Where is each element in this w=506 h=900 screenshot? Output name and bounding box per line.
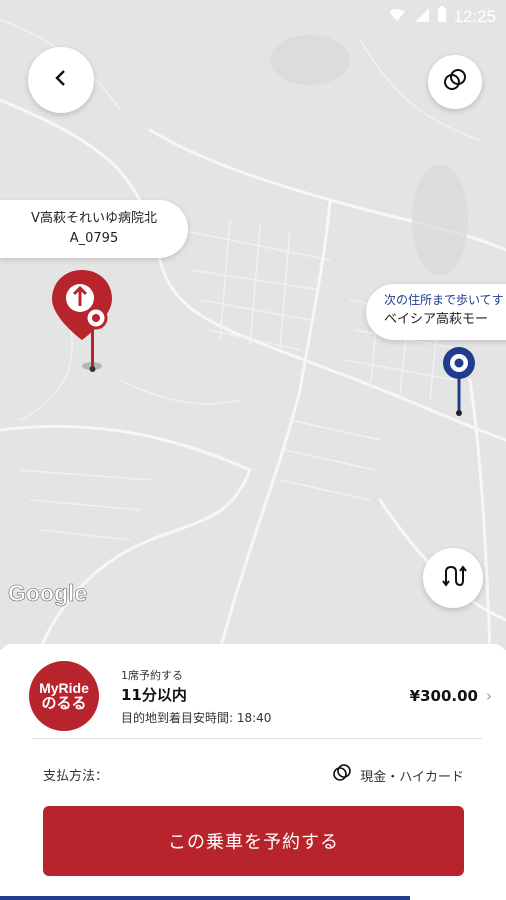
- back-button[interactable]: [28, 47, 94, 113]
- brand-line2: のるる: [41, 695, 87, 712]
- wifi-icon: [387, 7, 407, 28]
- destination-label: 次の住所まで歩いてす ベイシア高萩モー: [366, 284, 506, 340]
- back-arrow-icon: [51, 68, 71, 92]
- ride-sheet: MyRide のるる 1席予約する 11分以内 目的地到着目安時間: 18:40…: [0, 644, 506, 900]
- ride-price[interactable]: ¥300.00: [410, 687, 478, 705]
- origin-label-line2: A_0795: [69, 231, 119, 246]
- divider: [32, 738, 482, 739]
- destination-hint: 次の住所まで歩いてす: [384, 293, 504, 307]
- destination-pin-icon[interactable]: [441, 345, 477, 421]
- signal-icon: [413, 7, 431, 28]
- ride-seat-tag: 1席予約する: [121, 669, 183, 682]
- ride-eta: 11分以内: [121, 686, 187, 704]
- destination-name: ベイシア高萩モー: [384, 312, 489, 327]
- layers-icon: [442, 67, 468, 97]
- ride-arrival-time: 目的地到着目安時間: 18:40: [121, 711, 272, 725]
- status-bar: 12:25: [0, 0, 506, 36]
- bottom-indicator: [0, 896, 410, 900]
- origin-label-line1: V高萩それいゆ病院北: [31, 211, 157, 226]
- map-view[interactable]: 12:25 V高萩それいゆ病院北 A_0795 次の住所まで歩いてす ベイシア高…: [0, 0, 506, 650]
- google-logo: Google: [8, 580, 88, 607]
- origin-label: V高萩それいゆ病院北 A_0795: [0, 200, 188, 258]
- payment-icon: [332, 763, 352, 787]
- payment-label: 支払方法：: [43, 769, 109, 784]
- payment-method[interactable]: 現金・ハイカード: [332, 763, 464, 787]
- chevron-right-icon[interactable]: ›: [486, 687, 492, 705]
- battery-icon: [437, 6, 447, 28]
- swap-route-icon: [439, 562, 467, 594]
- layers-button[interactable]: [428, 55, 482, 109]
- origin-pin-icon[interactable]: [50, 268, 114, 380]
- payment-method-label: 現金・ハイカード: [360, 769, 464, 785]
- myride-logo: MyRide のるる: [29, 661, 99, 731]
- brand-line1: MyRide: [39, 680, 89, 696]
- swap-route-button[interactable]: [423, 548, 483, 608]
- reserve-ride-button[interactable]: この乗車を予約する: [43, 806, 464, 876]
- status-time: 12:25: [453, 7, 496, 26]
